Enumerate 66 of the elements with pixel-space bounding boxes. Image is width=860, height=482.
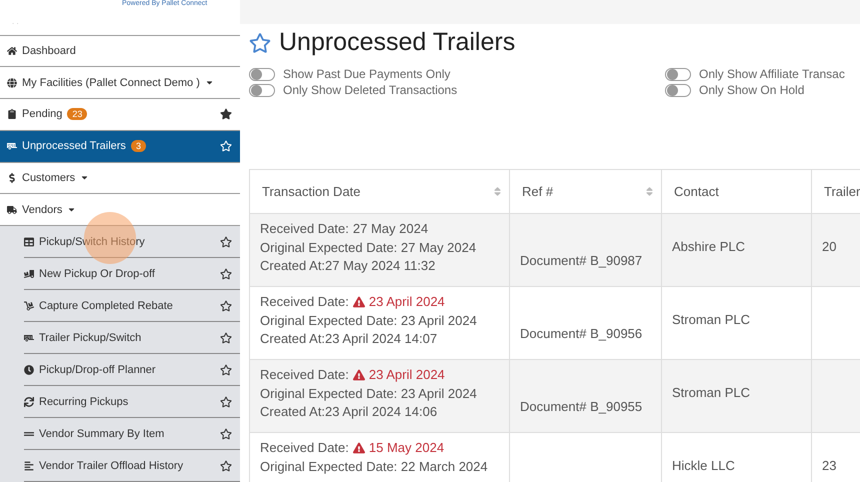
trailer-icon (24, 332, 34, 342)
page-title: Unprocessed Trailers (279, 28, 516, 57)
toggle-label: Show Past Due Payments Only (283, 67, 450, 81)
table-cell-text: Document# B_90987 (520, 252, 644, 270)
received-date: 15 May 2024 (368, 439, 444, 457)
home-icon (7, 46, 17, 56)
toggle-switch[interactable] (665, 68, 691, 80)
received-label: Received Date: (260, 366, 349, 384)
toggle-switch[interactable] (249, 68, 275, 80)
favorite-star-icon[interactable] (220, 332, 232, 344)
clock-icon (24, 364, 34, 374)
received-date: 23 April 2024 (368, 366, 445, 384)
favorite-star-icon[interactable] (220, 460, 232, 472)
cart-icon (24, 300, 34, 310)
truck-icon (7, 204, 17, 215)
toggle-switch[interactable] (665, 84, 691, 96)
table-cell-text: Document# B_90956 (520, 325, 644, 343)
favorite-star-icon[interactable] (220, 236, 232, 248)
table-cell-text: Document# B_90955 (520, 398, 644, 416)
loading-truck-icon (24, 268, 34, 278)
sidebar-item[interactable]: Customers (0, 162, 240, 194)
globe-icon (7, 78, 17, 88)
received-label: Received Date: (260, 220, 349, 238)
toggle-label: Only Show On Hold (699, 83, 804, 97)
table-cell-text: 23 (822, 457, 838, 475)
created-at: Created At:27 May 2024 11:32 (260, 257, 436, 275)
favorite-star-icon[interactable] (220, 108, 232, 120)
trailer-icon (7, 141, 17, 152)
toggle-label: Only Show Deleted Transactions (283, 83, 458, 97)
count-badge: 3 (130, 140, 146, 152)
table-icon (24, 236, 34, 246)
dots-text: . . (12, 18, 19, 26)
expected-date: Original Expected Date: 23 April 2024 (260, 312, 478, 330)
created-at: Created At:23 April 2024 14:07 (260, 330, 438, 348)
created-at: Created At:23 April 2024 14:06 (260, 403, 438, 421)
received-date: 23 April 2024 (368, 293, 445, 311)
warning-icon (352, 442, 365, 454)
toggle-label: Only Show Affiliate Transac (699, 67, 845, 81)
favorite-star-icon[interactable] (220, 300, 232, 312)
received-date: 27 May 2024 (352, 220, 428, 238)
refresh-icon (24, 396, 34, 406)
received-label: Received Date: (260, 293, 349, 311)
favorite-star-icon[interactable] (220, 140, 232, 152)
expected-date: Original Expected Date: 27 May 2024 (260, 238, 478, 257)
toggle-switch[interactable] (249, 84, 275, 96)
warning-icon (352, 296, 365, 308)
list-icon (24, 460, 34, 470)
table-cell-text: Stroman PLC (672, 311, 752, 329)
expected-date: Original Expected Date: 23 April 2024 (260, 384, 478, 403)
table-cell-text: 20 (822, 238, 838, 256)
dollar-icon (7, 172, 17, 183)
received-label: Received Date: (260, 439, 349, 457)
table-cell-text: Abshire PLC (672, 238, 746, 256)
clipboard-icon (7, 109, 17, 120)
table-cell-text: Hickle LLC (672, 457, 736, 475)
warning-icon (352, 369, 365, 382)
favorite-star-icon[interactable] (220, 428, 232, 440)
favorite-star-icon[interactable] (249, 32, 271, 54)
count-badge: 23 (67, 108, 88, 120)
sidebar-item[interactable]: Unprocessed Trailers 3 (0, 130, 240, 163)
expected-date: Original Expected Date: 22 March 2024 (260, 458, 489, 476)
sidebar-item[interactable]: Dashboard (0, 36, 240, 68)
table-cell-text: Stroman PLC (672, 384, 752, 402)
favorite-star-icon[interactable] (220, 268, 232, 280)
favorite-star-icon[interactable] (220, 396, 232, 408)
favorite-star-icon[interactable] (220, 364, 232, 376)
